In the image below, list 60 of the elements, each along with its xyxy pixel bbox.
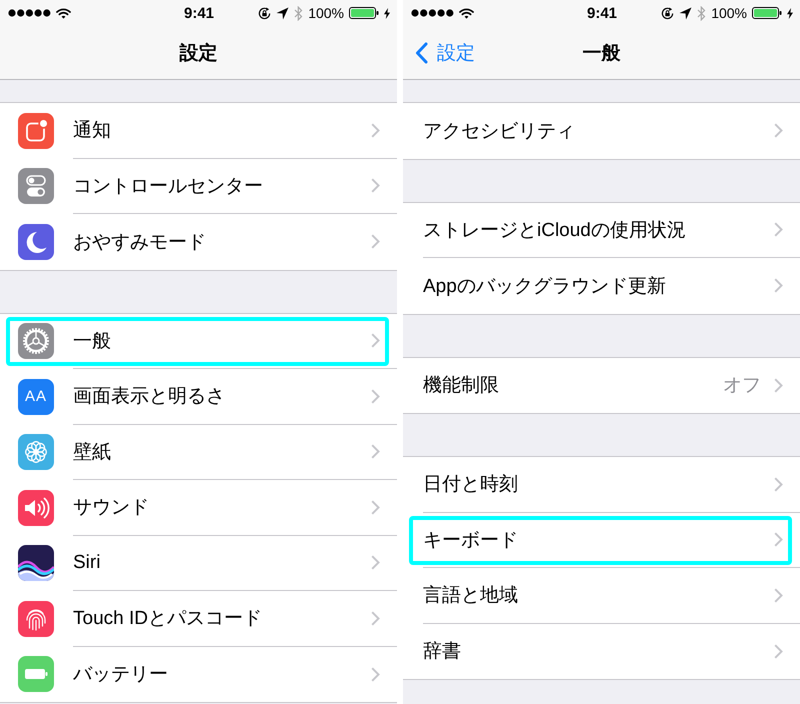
back-button[interactable]: 設定 (415, 40, 475, 66)
settings-row[interactable]: コントロールセンター (0, 158, 397, 214)
rotation-lock-icon (661, 6, 674, 20)
signal-dots-icon (8, 9, 51, 17)
chevron-right-icon (371, 333, 380, 348)
chevron-right-icon (371, 555, 380, 570)
settings-row[interactable]: Touch IDとパスコード (0, 591, 397, 646)
chevron-right-icon (774, 588, 783, 603)
setting-value: オフ (723, 374, 761, 398)
battery-percent: 100% (308, 5, 344, 21)
signal-dots-icon (411, 9, 454, 17)
chevron-right-icon (774, 378, 783, 393)
charging-bolt-icon (384, 8, 390, 18)
settings-row[interactable]: キーボード (403, 512, 800, 568)
settings-row[interactable]: 辞書 (403, 624, 800, 679)
chevron-right-icon (774, 222, 783, 238)
nav-title: 設定 (180, 42, 218, 66)
chevron-right-icon (371, 234, 380, 250)
chevron-right-icon (774, 123, 783, 138)
chevron-right-icon (371, 178, 380, 194)
settings-row[interactable]: AA 画面表示と明るさ (0, 369, 397, 424)
bluetooth-icon (697, 6, 706, 20)
chevron-left-icon (415, 42, 428, 64)
wifi-icon (56, 8, 71, 18)
chevron-right-icon (774, 644, 783, 659)
settings-row[interactable]: おやすみモード (0, 214, 397, 270)
battery-icon (349, 7, 379, 19)
chevron-right-icon (371, 666, 380, 682)
settings-row[interactable]: Siri (0, 536, 397, 591)
chevron-right-icon (371, 122, 380, 138)
settings-row[interactable]: 一般 (0, 314, 397, 369)
chevron-right-icon (774, 532, 783, 548)
settings-row[interactable]: Appのバックグラウンド更新 (403, 258, 800, 314)
chevron-right-icon (371, 610, 380, 626)
settings-row[interactable]: ストレージとiCloudの使用状況 (403, 202, 800, 258)
settings-row[interactable]: 言語と地域 (403, 568, 800, 624)
nav-title: 一般 (582, 42, 620, 66)
settings-row[interactable]: バッテリー (0, 646, 397, 702)
settings-row[interactable]: 通知 (0, 103, 397, 158)
settings-row[interactable]: 壁紙 (0, 424, 397, 480)
chevron-right-icon (774, 476, 783, 492)
status-time: 9:41 (184, 4, 214, 22)
chevron-right-icon (774, 278, 783, 294)
settings-row[interactable]: サウンド (0, 480, 397, 536)
chevron-right-icon (371, 388, 380, 404)
rotation-lock-icon (258, 6, 272, 20)
settings-row[interactable]: 機能制限 オフ (403, 358, 800, 413)
chevron-right-icon (371, 444, 380, 460)
settings-row[interactable]: 日付と時刻 (403, 457, 800, 512)
location-arrow-icon (679, 6, 692, 20)
battery-percent: 100% (711, 5, 747, 21)
battery-icon (752, 7, 782, 19)
chevron-right-icon (371, 500, 380, 515)
status-time: 9:41 (586, 4, 618, 22)
settings-row[interactable]: アクセシビリティ (403, 103, 800, 158)
charging-bolt-icon (787, 8, 793, 18)
location-arrow-icon (276, 6, 290, 20)
text-size-icon: AA (18, 378, 54, 415)
bluetooth-icon (294, 6, 304, 20)
wifi-icon (459, 8, 474, 18)
